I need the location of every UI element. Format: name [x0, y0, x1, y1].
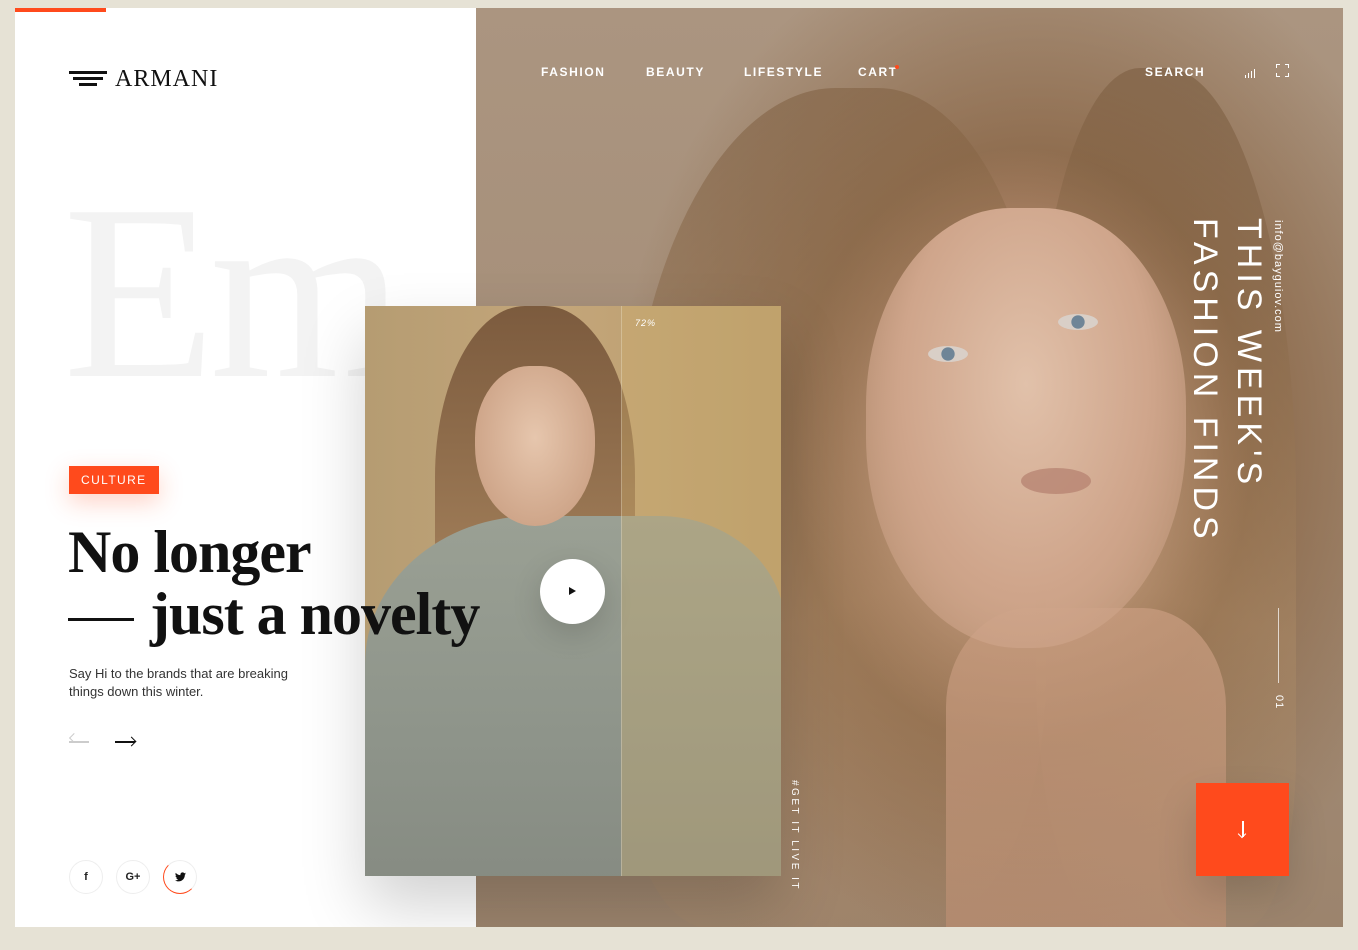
section-title-line-1: THIS WEEK'S — [1230, 218, 1268, 490]
scroll-down-button[interactable] — [1196, 783, 1289, 876]
hero-subtext: Say Hi to the brands that are breaking t… — [69, 666, 288, 699]
fullscreen-icon[interactable] — [1276, 64, 1289, 77]
nav-item-fashion[interactable]: FASHION — [541, 65, 606, 79]
hero-headline: No longer just a novelty — [68, 519, 480, 647]
top-accent-bar — [15, 8, 106, 12]
headline-line-2: just a novelty — [150, 581, 480, 647]
section-title-line-2: FASHION FINDS — [1186, 218, 1224, 544]
section-title: THIS WEEK'S FASHION FINDS — [1183, 218, 1271, 544]
search-link[interactable]: SEARCH — [1145, 65, 1205, 79]
brand-logo[interactable]: ARMANI — [69, 66, 218, 93]
arrow-down-icon — [1242, 821, 1244, 837]
cart-indicator-dot — [895, 65, 899, 69]
nav-item-beauty[interactable]: BEAUTY — [646, 65, 705, 79]
google-plus-icon[interactable]: G+ — [116, 860, 150, 894]
signal-bars-icon[interactable] — [1245, 68, 1259, 78]
prev-arrow-icon[interactable] — [69, 741, 89, 743]
card-progress-label: 72% — [635, 318, 657, 328]
page-frame: Em ARMANI FASHION BEAUTY LIFESTYLE CART … — [15, 8, 1343, 927]
card-progress-overlay — [621, 306, 781, 876]
nav-item-cart[interactable]: CART — [858, 65, 898, 79]
play-button[interactable] — [540, 559, 605, 624]
card-vertical-caption: #GET IT LIVE IT — [789, 780, 800, 892]
page-number: 01 — [1273, 695, 1285, 710]
eagle-logo-icon — [69, 69, 107, 91]
brand-name: ARMANI — [115, 66, 219, 92]
twitter-icon[interactable] — [163, 860, 197, 894]
headline-line-1: No longer — [68, 519, 312, 585]
facebook-icon[interactable]: f — [69, 860, 103, 894]
next-arrow-icon[interactable] — [115, 741, 135, 743]
vertical-divider — [1278, 608, 1279, 683]
category-tag[interactable]: CULTURE — [69, 466, 159, 494]
contact-email[interactable]: info@bayguiov.com — [1272, 220, 1284, 333]
nav-item-lifestyle[interactable]: LIFESTYLE — [744, 65, 823, 79]
background-letters: Em — [63, 154, 404, 431]
headline-dash — [68, 617, 134, 621]
